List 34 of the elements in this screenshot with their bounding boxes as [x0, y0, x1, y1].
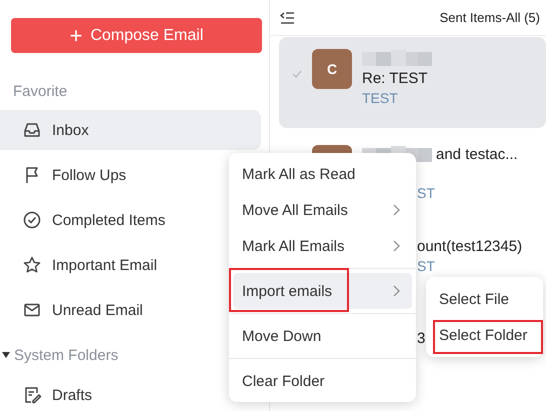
check-icon[interactable] — [292, 70, 302, 78]
menu-item[interactable]: Mark All Emails — [233, 228, 412, 264]
mail-item[interactable]: C Re: TEST TEST — [279, 37, 546, 128]
sidebar-item[interactable]: Completed Items — [0, 200, 176, 240]
section-heading: Favorite — [12, 82, 68, 102]
star-icon — [22, 255, 42, 275]
sender-name: and testac... — [436, 146, 518, 162]
sidebar-item[interactable]: Unread Email — [0, 290, 153, 330]
mail-preview: ST — [417, 185, 436, 201]
chevron-right-icon — [393, 204, 400, 216]
menu-item[interactable]: Move Down — [233, 318, 412, 354]
sidebar-item[interactable]: Follow Ups — [0, 155, 136, 195]
folder-title: Sent Items-All (5) — [440, 10, 540, 25]
avatar: C — [312, 49, 352, 89]
collapse-icon[interactable] — [280, 12, 294, 24]
menu-item[interactable]: Select Folder — [433, 317, 543, 353]
sender-name: 3 — [417, 330, 426, 346]
sender-name: ount(test12345) — [417, 238, 522, 254]
mail-preview: TEST — [362, 90, 399, 106]
compose-button[interactable]: + Compose Email — [11, 18, 262, 53]
menu-item[interactable]: Select File — [433, 281, 543, 317]
check-circle-icon — [22, 210, 42, 230]
menu-item[interactable]: Move All Emails — [233, 192, 412, 228]
sidebar-item[interactable]: Inbox — [0, 110, 261, 150]
chevron-right-icon — [393, 240, 400, 252]
mail-subject: Re: TEST — [362, 70, 429, 87]
chevron-right-icon — [393, 285, 400, 297]
sidebar-item[interactable]: Important Email — [0, 245, 168, 285]
blurred-name-drawing — [362, 50, 432, 66]
sidebar-item[interactable]: Drafts — [0, 375, 102, 411]
mail-preview: ST — [417, 258, 436, 274]
menu-item[interactable]: Mark All as Read — [233, 156, 412, 192]
menu-item[interactable]: Clear Folder — [233, 363, 412, 399]
caret-icon — [2, 352, 10, 358]
